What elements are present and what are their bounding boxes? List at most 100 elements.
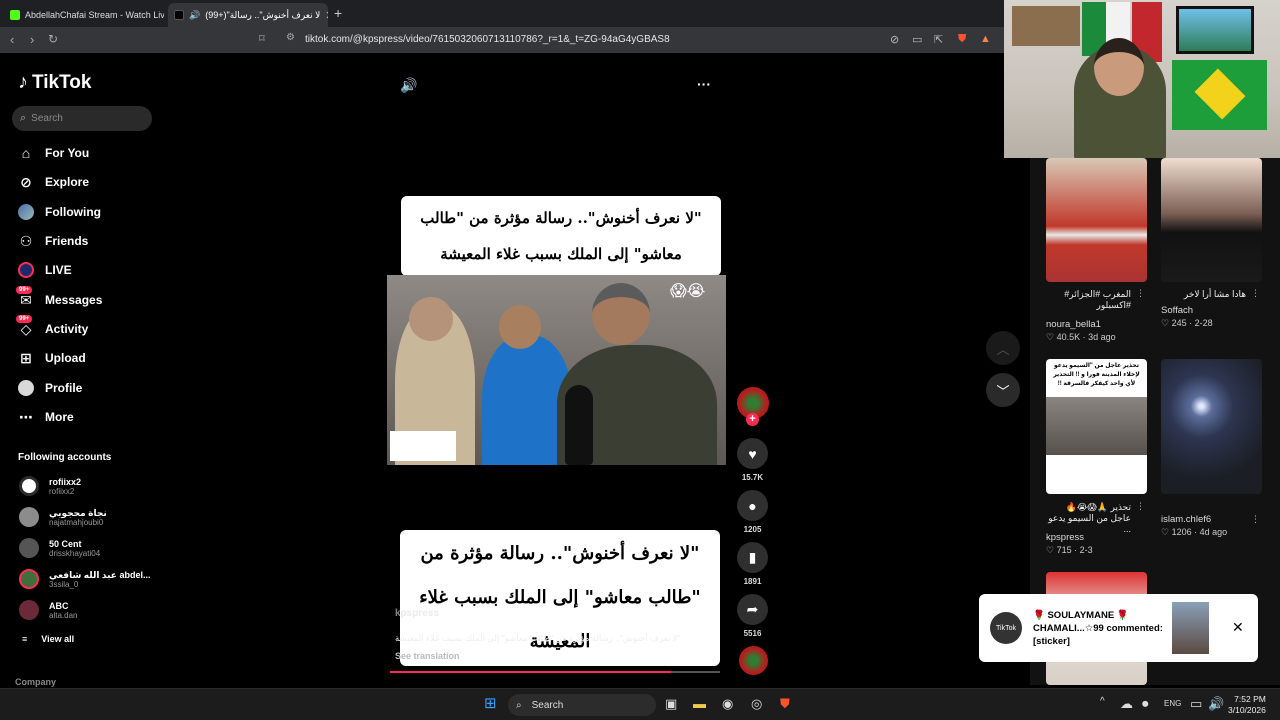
share-action[interactable]: ➦ 5516 <box>737 594 768 638</box>
comment-action[interactable]: ● 1205 <box>737 490 768 534</box>
cast-icon[interactable]: ▭ <box>912 33 922 46</box>
following-account[interactable]: ABC alta.dan <box>19 598 77 622</box>
tray-chevron-icon[interactable]: ^ <box>1100 696 1105 707</box>
camera-app-icon[interactable]: ◉ <box>722 696 733 712</box>
search-input[interactable]: ⌕ Search <box>12 106 152 131</box>
person-head <box>409 297 453 341</box>
thumbnail-caption: تحذير عاجل من "السيمو يدعو لإخلاء المدين… <box>1053 363 1140 387</box>
bookmark-icon[interactable]: ⌑ <box>259 32 265 45</box>
video-progress-bar[interactable] <box>390 671 720 673</box>
close-tab-icon[interactable]: ✕ <box>325 9 328 22</box>
volume-icon[interactable]: 🔊 <box>400 77 417 94</box>
following-account[interactable]: عبد الله شافعي abdel... 3ssila_0 <box>19 567 150 591</box>
network-icon[interactable]: ▭ <box>1190 696 1202 712</box>
task-view-icon[interactable]: ▣ <box>665 696 677 712</box>
account-name: ABC <box>49 600 69 611</box>
rewards-icon[interactable]: ▲ <box>980 33 991 45</box>
bookmark-icon[interactable]: ▮ <box>737 542 768 573</box>
menu-label: Following <box>45 205 101 219</box>
more-options-icon[interactable]: ··· <box>697 76 711 92</box>
more-options-icon[interactable]: ⋮ <box>1251 514 1260 525</box>
more-options-icon[interactable]: ⋮ <box>1136 501 1145 512</box>
related-video-meta: ♡ 245 · 2-28 <box>1161 318 1213 328</box>
tiktok-icon <box>174 10 184 20</box>
like-action[interactable]: ♥ 15.7K <box>737 438 768 482</box>
cloud-icon[interactable]: ☁ <box>1120 696 1133 712</box>
like-count: 715 <box>1056 545 1072 555</box>
sidebar-item-more[interactable]: ⋯ More <box>18 407 74 427</box>
next-video-button[interactable]: ﹀ <box>986 373 1020 407</box>
audio-icon: 🔊 <box>189 9 201 20</box>
music-disc-icon[interactable] <box>739 646 768 675</box>
close-icon[interactable]: ✕ <box>1232 619 1244 636</box>
comment-icon[interactable]: ● <box>737 490 768 521</box>
flag-diamond <box>1194 68 1245 120</box>
post-date: 2-28 <box>1194 318 1213 328</box>
obs-icon[interactable]: ◎ <box>751 696 762 712</box>
sidebar-item-following[interactable]: Following <box>18 202 101 222</box>
commenter-photo <box>1172 602 1209 654</box>
related-video-user[interactable]: noura_bella1 <box>1046 319 1101 330</box>
related-video-user[interactable]: Soffach <box>1161 305 1193 316</box>
sidebar-item-live[interactable]: LIVE <box>18 260 72 280</box>
following-account[interactable]: 50 Cent drisskhayati04 <box>19 536 100 560</box>
follow-plus-icon[interactable]: + <box>746 413 759 426</box>
share-icon[interactable]: ⇱ <box>934 33 943 46</box>
sidebar-item-upload[interactable]: ⊞ Upload <box>18 348 86 368</box>
view-all-link[interactable]: ≡ View all <box>22 634 74 644</box>
sidebar-item-explore[interactable]: ⊘ Explore <box>18 172 89 192</box>
like-count: 15.7K <box>741 473 764 482</box>
related-video-user[interactable]: islam.chlef6 <box>1161 514 1211 525</box>
comment-notification[interactable]: TikTok 🌹 SOULAYMANE 🌹 CHAMALI...☆99 comm… <box>979 594 1258 662</box>
sidebar-item-for-you[interactable]: ⌂ For You <box>18 143 89 163</box>
reload-icon[interactable]: ↻ <box>48 32 58 46</box>
video-author[interactable]: kpspress <box>395 608 439 619</box>
microphone-icon[interactable]: ⏺ <box>1142 696 1149 712</box>
file-explorer-icon[interactable]: ▬ <box>693 696 706 711</box>
company-link[interactable]: Company <box>15 677 56 687</box>
messages-badge: 99+ <box>16 286 33 294</box>
forward-icon[interactable]: › <box>30 32 34 47</box>
sidebar-item-profile[interactable]: Profile <box>18 378 82 398</box>
volume-tray-icon[interactable]: 🔊 <box>1208 696 1224 712</box>
notification-logo: TikTok <box>990 612 1022 644</box>
site-info-icon[interactable]: ⚙ <box>286 32 295 43</box>
new-tab-button[interactable]: + <box>334 5 342 21</box>
heart-icon[interactable]: ♥ <box>737 438 768 469</box>
share-arrow-icon[interactable]: ➦ <box>737 594 768 625</box>
more-options-icon[interactable]: ⋮ <box>1251 288 1260 299</box>
sidebar-item-activity[interactable]: ◇ 99+ Activity <box>16 315 89 339</box>
video-thumbnail[interactable]: تحذير عاجل من "السيمو يدعو لإخلاء المدين… <box>1046 359 1147 494</box>
save-action[interactable]: ▮ 1891 <box>737 542 768 586</box>
tab-tiktok[interactable]: 🔊 (99+)"لا نعرف أخنوش".. رسالة ✕ <box>168 3 328 27</box>
menu-label: Activity <box>45 322 89 336</box>
tab-stream[interactable]: AbdellahChafai Stream - Watch Live <box>4 3 164 27</box>
video-thumbnail[interactable] <box>1161 158 1262 282</box>
related-video-user[interactable]: kpspress <box>1046 532 1084 543</box>
system-clock[interactable]: 7:52 PM 3/10/2026 <box>1228 694 1266 716</box>
windows-start-icon[interactable]: ⊞ <box>484 694 497 712</box>
sidebar-item-friends[interactable]: ⚇ Friends <box>18 231 89 251</box>
following-icon <box>18 204 34 220</box>
account-name: نجاة محجوبي <box>49 507 107 518</box>
url-text[interactable]: tiktok.com/@kpspress/video/7615032060713… <box>305 34 670 45</box>
brave-shield-icon[interactable]: ⛊ <box>958 33 966 46</box>
following-account[interactable]: rofiixx2 rofiixx2 <box>19 474 81 498</box>
clock-date: 3/10/2026 <box>1228 705 1266 715</box>
reader-icon[interactable]: ⊘ <box>890 33 899 46</box>
previous-video-button[interactable]: ︿ <box>986 331 1020 365</box>
see-translation-link[interactable]: See translation <box>395 651 460 661</box>
tiktok-logo[interactable]: ♪ TikTok <box>18 71 91 94</box>
related-video-desc: تحذير 🙏😱😭🔥 عاجل من السيمو يدعو ... <box>1048 502 1131 534</box>
more-options-icon[interactable]: ⋮ <box>1136 288 1145 299</box>
brave-browser-icon[interactable]: ⛊ <box>780 696 790 712</box>
heart-outline-icon: ♡ <box>1161 527 1170 537</box>
language-indicator[interactable]: ENG <box>1164 699 1181 708</box>
back-icon[interactable]: ‹ <box>10 32 14 47</box>
sidebar-item-messages[interactable]: ✉ 99+ Messages <box>16 286 102 310</box>
taskbar-search[interactable]: ⌕ Search <box>508 694 656 716</box>
following-account[interactable]: نجاة محجوبي najatmahjoubi0 <box>19 505 107 529</box>
video-thumbnail[interactable] <box>1046 158 1147 282</box>
video-thumbnail[interactable] <box>1161 359 1262 494</box>
address-bar-row: ‹ › ↻ ⌑ ⚙ tiktok.com/@kpspress/video/761… <box>0 27 1004 53</box>
